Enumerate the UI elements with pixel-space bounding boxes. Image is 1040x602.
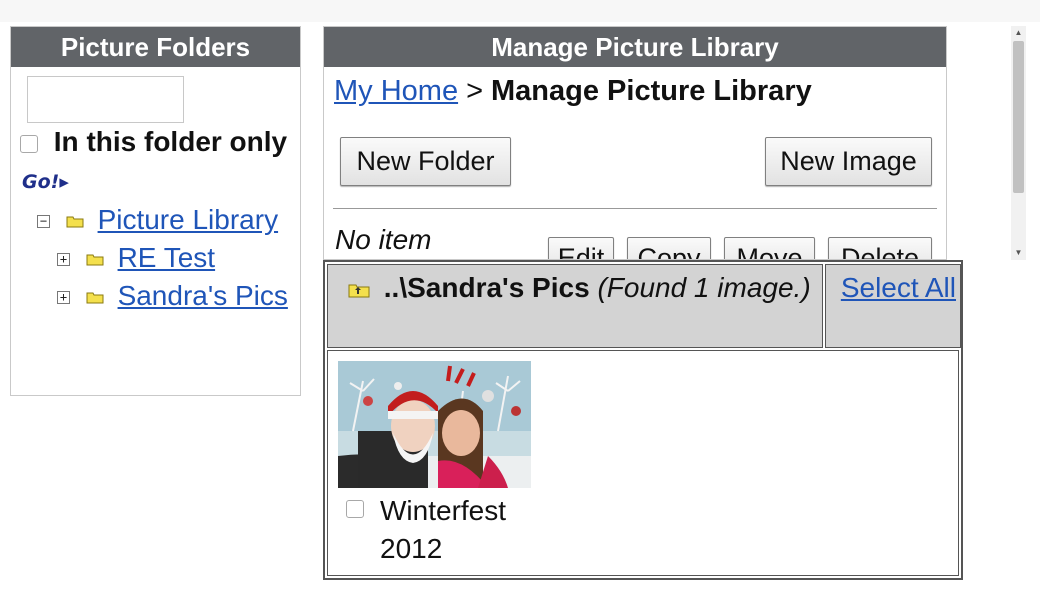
- folder-header: ..\Sandra's Pics (Found 1 image.): [327, 264, 823, 348]
- folder-name: ..\Sandra's Pics: [383, 272, 590, 303]
- scroll-up-arrow-icon[interactable]: ▲: [1011, 26, 1026, 40]
- new-image-button[interactable]: New Image: [765, 137, 932, 186]
- image-label-row: Winterfest 2012: [338, 492, 538, 568]
- no-item-text: No item: [335, 224, 432, 255]
- folder-search-input[interactable]: [27, 76, 184, 123]
- copy-button[interactable]: Copy: [627, 237, 711, 259]
- tree-item-re-test: + RE Test: [25, 239, 305, 277]
- collapse-icon[interactable]: −: [37, 215, 50, 229]
- folder-contents-table: ..\Sandra's Pics (Found 1 image.) Select…: [323, 260, 963, 580]
- breadcrumb-separator: >: [466, 75, 484, 107]
- divider: [333, 208, 937, 209]
- breadcrumb-current: Manage Picture Library: [491, 75, 812, 107]
- select-all-cell: Select All: [825, 264, 961, 348]
- sandras-pics-link[interactable]: Sandra's Pics: [118, 280, 288, 311]
- scroll-down-arrow-icon[interactable]: ▼: [1011, 246, 1026, 260]
- manage-library-title: Manage Picture Library: [324, 27, 946, 67]
- manage-library-panel: Manage Picture Library My Home > Manage Pi…: [323, 26, 947, 260]
- image-title: Winterfest 2012: [380, 495, 507, 564]
- breadcrumb-home-link[interactable]: My Home: [334, 75, 458, 107]
- folder-up-icon[interactable]: [348, 282, 370, 298]
- expand-icon[interactable]: +: [57, 253, 70, 267]
- vertical-scrollbar[interactable]: ▲ ▼: [1011, 26, 1026, 260]
- expand-icon[interactable]: +: [57, 291, 70, 305]
- image-item: Winterfest 2012: [338, 361, 538, 568]
- edit-button[interactable]: Edit: [548, 237, 614, 259]
- select-all-link[interactable]: Select All: [841, 272, 956, 303]
- folder-icon: [86, 254, 104, 266]
- re-test-link[interactable]: RE Test: [118, 242, 216, 273]
- delete-button[interactable]: Delete: [828, 237, 932, 259]
- picture-folders-panel: Picture Folders In this folder only Go!▸…: [10, 26, 301, 396]
- image-grid: Winterfest 2012: [327, 350, 959, 576]
- top-strip: [0, 0, 1040, 22]
- picture-library-link[interactable]: Picture Library: [98, 204, 279, 235]
- in-folder-only-label: In this folder only: [53, 126, 288, 157]
- scroll-thumb[interactable]: [1013, 41, 1024, 193]
- breadcrumb: My Home > Manage Picture Library: [334, 75, 812, 108]
- found-count: (Found 1 image.): [597, 272, 811, 303]
- tree-item-picture-library: − Picture Library: [25, 201, 305, 239]
- folder-icon: [66, 216, 84, 228]
- move-button[interactable]: Move: [724, 237, 815, 259]
- tree-item-sandras-pics: + Sandra's Pics: [25, 277, 305, 315]
- folder-tree: − Picture Library + RE Test + Sandra's P…: [25, 201, 305, 315]
- picture-folders-title: Picture Folders: [11, 27, 300, 67]
- folder-icon: [86, 292, 104, 304]
- in-folder-only-checkbox[interactable]: [20, 134, 38, 153]
- image-select-checkbox[interactable]: [346, 500, 364, 518]
- go-button[interactable]: Go!▸: [22, 163, 69, 201]
- folder-filter-row: In this folder only Go!▸: [20, 123, 290, 201]
- photo-thumbnail[interactable]: [338, 361, 531, 488]
- new-folder-button[interactable]: New Folder: [340, 137, 511, 186]
